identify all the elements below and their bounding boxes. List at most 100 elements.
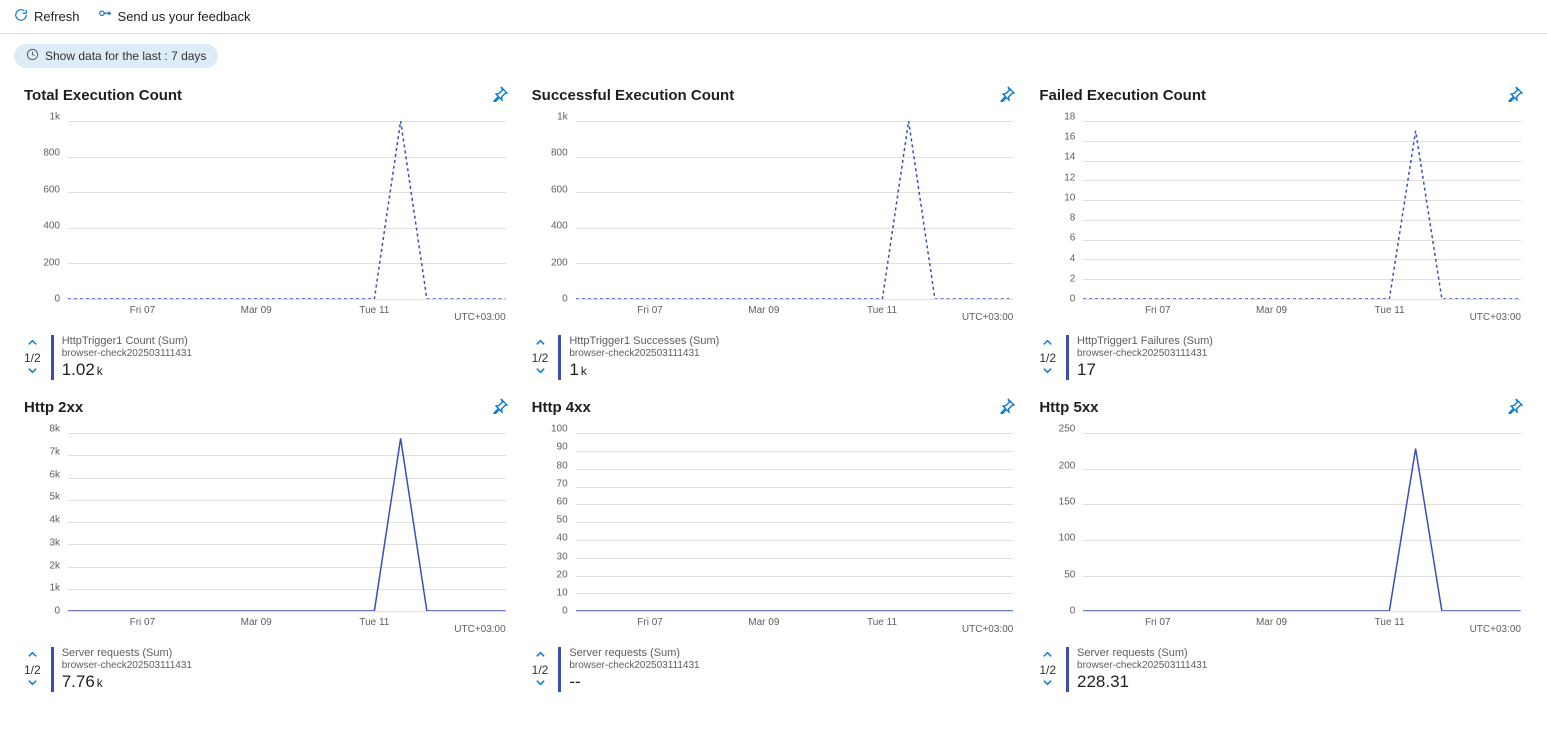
filter-row: Show data for the last : 7 days (0, 34, 1547, 72)
pager-down-icon[interactable] (535, 365, 546, 379)
pager-text: 1/2 (1039, 351, 1056, 365)
chart-plot-area[interactable]: 02004006008001k Fri 07Mar 09Tue 11 UTC+0… (24, 117, 508, 327)
series-name: HttpTrigger1 Failures (Sum) (1077, 335, 1213, 348)
plot-surface (1083, 121, 1521, 299)
series-legend-item[interactable]: HttpTrigger1 Successes (Sum) browser-che… (558, 335, 719, 380)
chart-legend: 1/2 HttpTrigger1 Failures (Sum) browser-… (1039, 335, 1523, 380)
pager-up-icon[interactable] (27, 337, 38, 351)
y-axis: 02004006008001k (532, 117, 572, 299)
chart-title: Http 5xx (1039, 399, 1098, 416)
pager-down-icon[interactable] (1042, 365, 1053, 379)
x-tick-label: Tue 11 (1375, 305, 1405, 316)
y-tick-label: 600 (43, 184, 60, 195)
series-legend-item[interactable]: Server requests (Sum) browser-check20250… (1066, 647, 1207, 692)
series-value: 1.02k (62, 360, 192, 380)
refresh-icon (14, 8, 28, 25)
legend-pager: 1/2 (1039, 337, 1056, 379)
series-line (1083, 449, 1521, 611)
timezone-label: UTC+03:00 (1470, 624, 1521, 635)
series-source: browser-check202503111431 (1077, 348, 1213, 360)
pin-button[interactable] (1507, 398, 1523, 417)
y-tick-label: 7k (49, 446, 60, 457)
y-tick-label: 100 (1059, 533, 1076, 544)
pager-up-icon[interactable] (1042, 649, 1053, 663)
chart-title: Http 2xx (24, 399, 83, 416)
chart-plot-area[interactable]: 02004006008001k Fri 07Mar 09Tue 11 UTC+0… (532, 117, 1016, 327)
y-tick-label: 400 (551, 221, 568, 232)
pin-button[interactable] (492, 86, 508, 105)
pager-down-icon[interactable] (27, 677, 38, 691)
pager-text: 1/2 (24, 663, 41, 677)
pager-up-icon[interactable] (535, 337, 546, 351)
chart-card: Successful Execution Count 0200400600800… (532, 86, 1016, 380)
pager-up-icon[interactable] (535, 649, 546, 663)
y-tick-label: 50 (557, 515, 568, 526)
y-tick-label: 80 (557, 460, 568, 471)
y-tick-label: 30 (557, 551, 568, 562)
y-tick-label: 20 (557, 569, 568, 580)
timezone-label: UTC+03:00 (454, 624, 505, 635)
y-tick-label: 18 (1064, 112, 1075, 123)
y-axis: 024681012141618 (1039, 117, 1079, 299)
chart-legend: 1/2 Server requests (Sum) browser-check2… (532, 647, 1016, 692)
x-tick-label: Tue 11 (867, 617, 897, 628)
chart-legend: 1/2 Server requests (Sum) browser-check2… (1039, 647, 1523, 692)
feedback-button[interactable]: Send us your feedback (98, 8, 251, 25)
plot-surface (68, 121, 506, 299)
clock-icon (26, 48, 39, 64)
pager-up-icon[interactable] (1042, 337, 1053, 351)
chart-plot-area[interactable]: 050100150200250 Fri 07Mar 09Tue 11 UTC+0… (1039, 429, 1523, 639)
pager-down-icon[interactable] (27, 365, 38, 379)
series-value: -- (569, 672, 699, 692)
x-tick-label: Tue 11 (359, 305, 389, 316)
pager-down-icon[interactable] (535, 677, 546, 691)
x-tick-label: Fri 07 (130, 617, 156, 628)
pin-button[interactable] (999, 86, 1015, 105)
y-tick-label: 10 (1064, 192, 1075, 203)
chart-title: Total Execution Count (24, 87, 182, 104)
chart-plot-area[interactable]: 01k2k3k4k5k6k7k8k Fri 07Mar 09Tue 11 UTC… (24, 429, 508, 639)
pager-down-icon[interactable] (1042, 677, 1053, 691)
time-range-pill[interactable]: Show data for the last : 7 days (14, 44, 218, 68)
y-tick-label: 150 (1059, 496, 1076, 507)
x-tick-label: Fri 07 (130, 305, 156, 316)
pin-button[interactable] (1507, 86, 1523, 105)
chart-plot-area[interactable]: 0102030405060708090100 Fri 07Mar 09Tue 1… (532, 429, 1016, 639)
y-tick-label: 0 (562, 606, 568, 617)
y-axis: 050100150200250 (1039, 429, 1079, 611)
y-tick-label: 0 (1070, 606, 1076, 617)
y-tick-label: 16 (1064, 132, 1075, 143)
y-tick-label: 2 (1070, 273, 1076, 284)
pin-button[interactable] (492, 398, 508, 417)
feedback-label: Send us your feedback (118, 9, 251, 24)
y-tick-label: 0 (562, 294, 568, 305)
chart-card: Http 2xx 01k2k3k4k5k6k7k8k Fri 07Mar 09T… (24, 398, 508, 692)
y-tick-label: 0 (1070, 294, 1076, 305)
y-tick-label: 1k (49, 112, 60, 123)
x-axis: Fri 07Mar 09Tue 11 (68, 615, 506, 639)
series-source: browser-check202503111431 (62, 348, 192, 360)
gridline (1083, 611, 1521, 612)
pin-button[interactable] (999, 398, 1015, 417)
y-tick-label: 40 (557, 533, 568, 544)
x-tick-label: Mar 09 (748, 305, 779, 316)
chart-legend: 1/2 HttpTrigger1 Successes (Sum) browser… (532, 335, 1016, 380)
refresh-button[interactable]: Refresh (14, 8, 80, 25)
series-legend-item[interactable]: Server requests (Sum) browser-check20250… (558, 647, 699, 692)
y-tick-label: 14 (1064, 152, 1075, 163)
pager-up-icon[interactable] (27, 649, 38, 663)
y-tick-label: 200 (1059, 460, 1076, 471)
legend-pager: 1/2 (24, 337, 41, 379)
series-legend-item[interactable]: HttpTrigger1 Failures (Sum) browser-chec… (1066, 335, 1213, 380)
x-tick-label: Fri 07 (1145, 617, 1171, 628)
series-legend-item[interactable]: HttpTrigger1 Count (Sum) browser-check20… (51, 335, 192, 380)
chart-card: Total Execution Count 02004006008001k Fr… (24, 86, 508, 380)
y-tick-label: 1k (557, 112, 568, 123)
y-tick-label: 8k (49, 424, 60, 435)
series-legend-item[interactable]: Server requests (Sum) browser-check20250… (51, 647, 192, 692)
legend-pager: 1/2 (24, 649, 41, 691)
series-name: Server requests (Sum) (62, 647, 192, 660)
y-tick-label: 100 (551, 424, 568, 435)
timezone-label: UTC+03:00 (1470, 312, 1521, 323)
chart-plot-area[interactable]: 024681012141618 Fri 07Mar 09Tue 11 UTC+0… (1039, 117, 1523, 327)
